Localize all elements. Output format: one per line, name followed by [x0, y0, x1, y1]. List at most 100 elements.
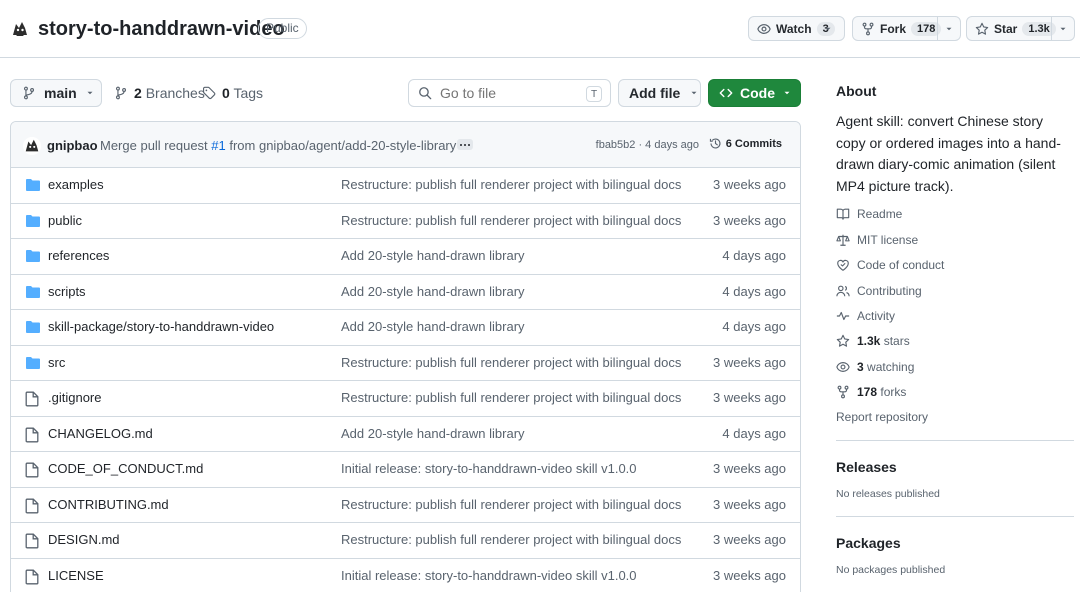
file-icon	[25, 498, 39, 514]
file-name[interactable]: src	[48, 355, 65, 370]
book-icon	[836, 207, 850, 221]
branches-link[interactable]: 2 Branches	[114, 85, 205, 101]
watch-dropdown[interactable]	[821, 17, 835, 40]
search-shortcut-key: T	[586, 86, 602, 102]
watch-button[interactable]: Watch 3	[748, 16, 845, 41]
commit-hash-time[interactable]: fbab5b2 · 4 days ago	[596, 139, 699, 151]
readme-link[interactable]: Readme	[836, 207, 902, 221]
latest-commit-bar: gnipbao Merge pull request #1 from gnipb…	[11, 122, 800, 168]
file-commit-date: 4 days ago	[722, 319, 786, 334]
star-button[interactable]: Star 1.3k	[966, 16, 1075, 41]
sidebar-divider	[836, 440, 1074, 441]
owner-avatar[interactable]	[10, 19, 30, 39]
stars-link[interactable]: 1.3k stars	[836, 334, 910, 348]
forks-count: 178	[857, 385, 878, 399]
chevron-down-icon	[825, 27, 831, 30]
expand-commit-message-button[interactable]	[457, 139, 473, 150]
file-name[interactable]: CODE_OF_CONDUCT.md	[48, 461, 203, 476]
file-commit-date: 3 weeks ago	[713, 212, 786, 228]
file-icon	[25, 569, 39, 585]
file-commit-message[interactable]: Restructure: publish full renderer proje…	[341, 177, 681, 192]
code-of-conduct-link[interactable]: Code of conduct	[836, 258, 944, 272]
releases-note: No releases published	[836, 488, 940, 500]
file-name[interactable]: .gitignore	[48, 390, 101, 405]
branch-icon	[114, 86, 128, 100]
branches-label: Branches	[145, 85, 205, 101]
file-row[interactable]: references Add 20-style hand-drawn librar…	[11, 239, 800, 275]
watchers-link[interactable]: 3 watching	[836, 360, 914, 374]
file-commit-message[interactable]: Restructure: publish full renderer proje…	[341, 532, 681, 547]
releases-heading[interactable]: Releases	[836, 459, 897, 475]
add-file-button[interactable]: Add file	[618, 79, 701, 107]
code-of-conduct-label: Code of conduct	[857, 258, 945, 272]
readme-label: Readme	[857, 207, 903, 221]
chevron-down-icon	[782, 88, 792, 98]
file-commit-message[interactable]: Restructure: publish full renderer proje…	[341, 497, 681, 512]
file-row[interactable]: examples Restructure: publish full render…	[11, 168, 800, 204]
file-row[interactable]: LICENSE Initial release: story-to-handdra…	[11, 559, 800, 592]
file-row[interactable]: .gitignore Restructure: publish full rend…	[11, 381, 800, 417]
folder-icon	[25, 178, 41, 192]
repo-header: story-to-handdrawn-video Public Watch 3 …	[0, 0, 1080, 58]
file-row[interactable]: CODE_OF_CONDUCT.md Initial release: story…	[11, 452, 800, 488]
folder-icon	[25, 320, 41, 334]
fork-button[interactable]: Fork 178	[852, 16, 961, 41]
contributing-link[interactable]: Contributing	[836, 284, 922, 298]
pull-request-link[interactable]: #1	[211, 138, 225, 153]
file-commit-date: 3 weeks ago	[713, 354, 786, 370]
file-name[interactable]: CHANGELOG.md	[48, 426, 153, 441]
file-commit-message[interactable]: Restructure: publish full renderer proje…	[341, 390, 681, 405]
file-commit-message[interactable]: Initial release: story-to-handdrawn-vide…	[341, 568, 637, 583]
chevron-down-icon	[689, 88, 699, 98]
license-label: MIT license	[857, 233, 919, 247]
file-row[interactable]: skill-package/story-to-handdrawn-video Ad…	[11, 310, 800, 346]
file-row[interactable]: DESIGN.md Restructure: publish full rende…	[11, 523, 800, 559]
file-commit-date: 3 weeks ago	[713, 390, 786, 405]
commit-author[interactable]: gnipbao	[47, 138, 98, 153]
file-row[interactable]: CONTRIBUTING.md Restructure: publish full…	[11, 488, 800, 523]
commits-link[interactable]: 6 Commits	[709, 137, 782, 150]
file-row[interactable]: src Restructure: publish full renderer pr…	[11, 346, 800, 381]
file-name[interactable]: DESIGN.md	[48, 532, 120, 547]
file-commit-message[interactable]: Restructure: publish full renderer proje…	[341, 355, 681, 370]
repo-name[interactable]: story-to-handdrawn-video	[38, 17, 285, 41]
file-name[interactable]: examples	[48, 177, 104, 192]
report-repository-link[interactable]: Report repository	[836, 410, 928, 424]
file-commit-message[interactable]: Add 20-style hand-drawn library	[341, 284, 525, 299]
branch-selector[interactable]: main	[10, 79, 102, 107]
file-name[interactable]: CONTRIBUTING.md	[48, 497, 169, 512]
file-commit-message[interactable]: Add 20-style hand-drawn library	[341, 319, 525, 334]
forks-link[interactable]: 178 forks	[836, 385, 906, 399]
packages-heading[interactable]: Packages	[836, 535, 901, 551]
file-table: gnipbao Merge pull request #1 from gnipb…	[10, 121, 801, 592]
stars-label: stars	[883, 334, 910, 348]
code-icon	[719, 86, 733, 100]
about-description: Agent skill: convert Chinese story copy …	[836, 113, 1061, 194]
go-to-file-search[interactable]: T	[408, 79, 611, 107]
commit-message[interactable]: Merge pull request #1 from gnipbao/agent…	[100, 138, 456, 153]
file-name[interactable]: skill-package/story-to-handdrawn-video	[48, 319, 274, 334]
file-commit-message[interactable]: Add 20-style hand-drawn library	[341, 426, 525, 441]
tags-link[interactable]: 0 Tags	[202, 85, 263, 101]
star-dropdown[interactable]	[1051, 17, 1074, 40]
add-file-label: Add file	[629, 85, 681, 101]
license-link[interactable]: MIT license	[836, 233, 918, 247]
file-name[interactable]: public	[48, 213, 82, 228]
code-button[interactable]: Code	[708, 79, 801, 107]
file-row[interactable]: CHANGELOG.md Add 20-style hand-drawn libr…	[11, 417, 800, 452]
file-row[interactable]: scripts Add 20-style hand-drawn library 4 …	[11, 275, 800, 310]
file-name[interactable]: references	[48, 248, 109, 263]
file-name[interactable]: scripts	[48, 284, 86, 299]
file-row[interactable]: public Restructure: publish full renderer…	[11, 204, 800, 239]
fork-dropdown[interactable]	[937, 17, 960, 40]
file-commit-message[interactable]: Restructure: publish full renderer proje…	[341, 213, 681, 228]
file-commit-date: 3 weeks ago	[713, 567, 786, 583]
commit-author-avatar[interactable]	[23, 137, 41, 155]
file-commit-date: 4 days ago	[722, 248, 786, 263]
eye-icon	[836, 360, 850, 374]
file-commit-message[interactable]: Add 20-style hand-drawn library	[341, 248, 525, 263]
file-name[interactable]: LICENSE	[48, 568, 104, 583]
activity-link[interactable]: Activity	[836, 309, 895, 323]
file-commit-message[interactable]: Initial release: story-to-handdrawn-vide…	[341, 461, 637, 476]
go-to-file-input[interactable]	[440, 85, 580, 101]
